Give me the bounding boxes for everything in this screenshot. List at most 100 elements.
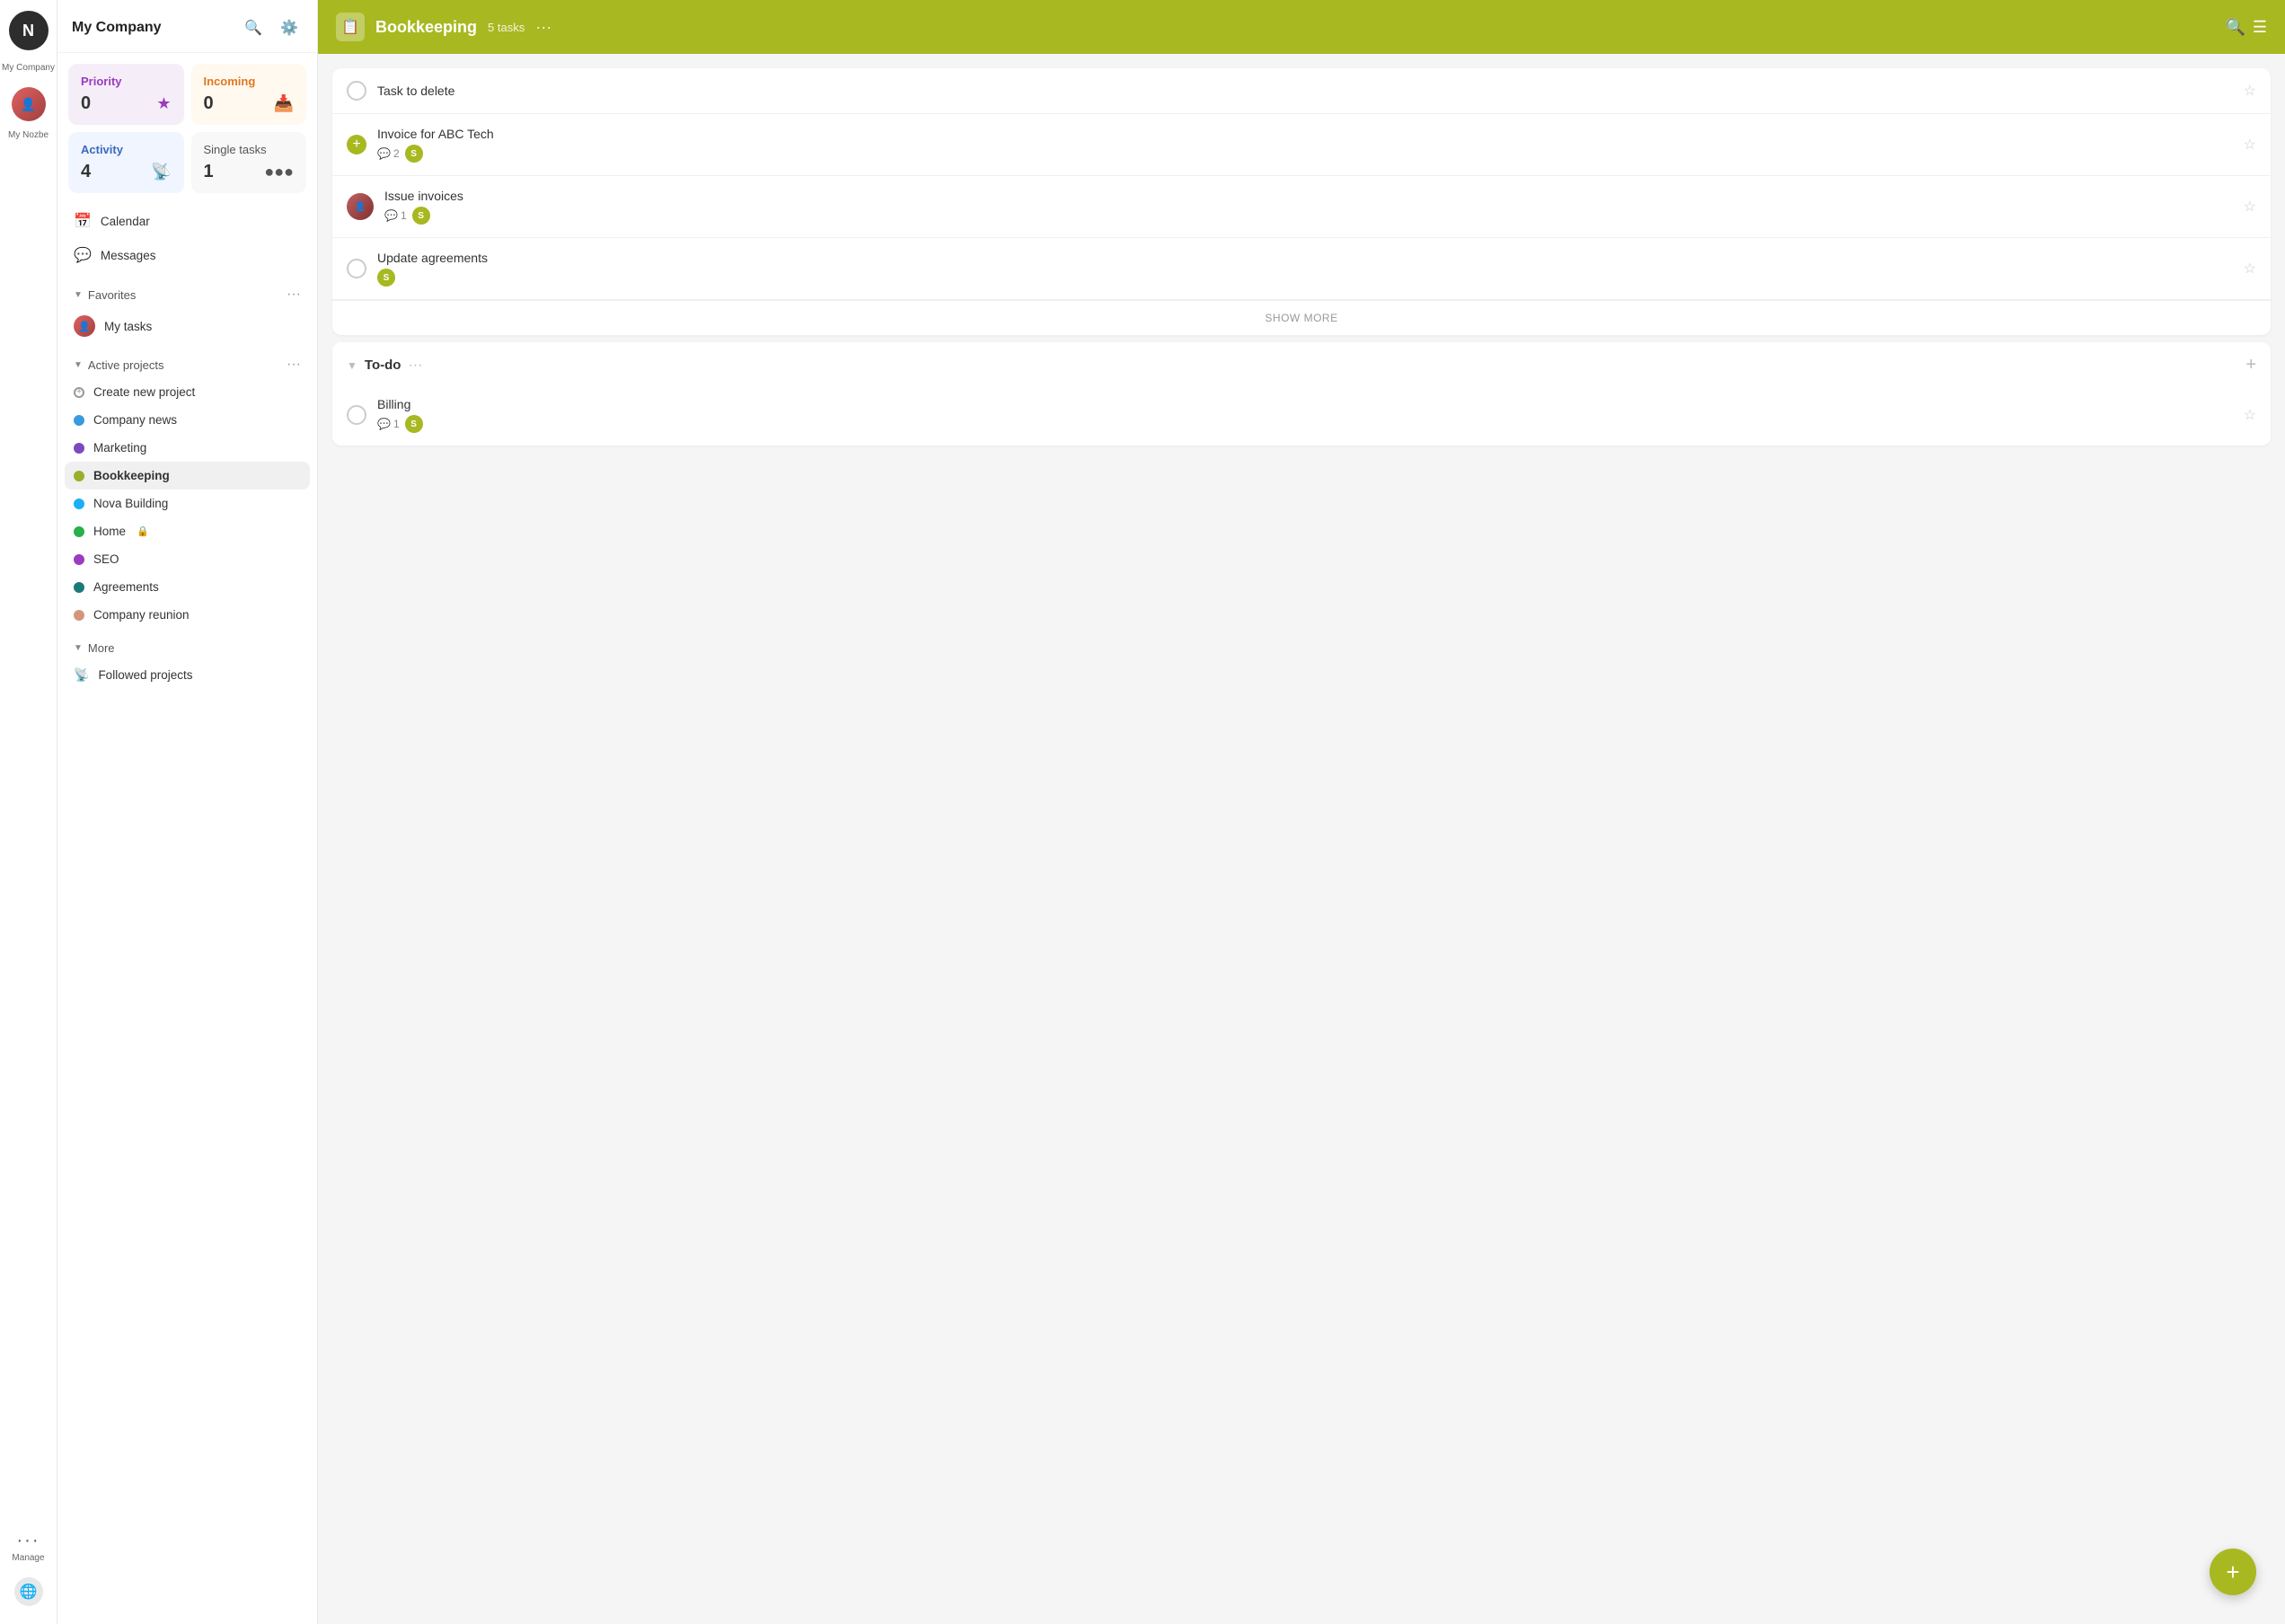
task-item: Task to delete ☆ <box>332 68 2271 114</box>
sidebar-item-create-project[interactable]: + Create new project <box>65 378 310 406</box>
globe-icon[interactable]: 🌐 <box>14 1577 43 1606</box>
task-meta-3: 💬 1 S <box>384 207 2233 225</box>
seo-dot <box>74 554 84 565</box>
sidebar-header: My Company 🔍 ⚙️ <box>57 0 317 53</box>
sidebar-item-agreements[interactable]: Agreements <box>65 573 310 601</box>
sidebar-item-marketing[interactable]: Marketing <box>65 434 310 462</box>
task-name-2[interactable]: Invoice for ABC Tech <box>377 127 2233 141</box>
priority-card[interactable]: Priority 0 ★ <box>68 64 184 125</box>
main-content-area: 📋 Bookkeeping 5 tasks ··· 🔍 ☰ Task to de… <box>318 0 2285 1624</box>
task-content-billing: Billing 💬 1 S <box>377 397 2233 433</box>
main-tasks-content: Task to delete ☆ + Invoice for ABC Tech … <box>318 54 2285 1624</box>
single-tasks-dots-icon: ●●● <box>264 163 294 181</box>
show-more-button[interactable]: SHOW MORE <box>332 300 2271 335</box>
main-view-toggle-icon[interactable]: ☰ <box>2253 18 2267 37</box>
marketing-label: Marketing <box>93 441 146 455</box>
icon-bar: N My Company 👤 My Nozbe ··· Manage 🌐 <box>0 0 57 1624</box>
task-star-2[interactable]: ☆ <box>2244 136 2256 154</box>
todo-section-title: To-do <box>365 357 401 373</box>
activity-card-title: Activity <box>81 143 172 156</box>
incoming-card[interactable]: Incoming 0 📥 <box>191 64 307 125</box>
project-more-button[interactable]: ··· <box>535 18 551 37</box>
sidebar-settings-button[interactable]: ⚙️ <box>276 14 303 41</box>
priority-card-row: 0 ★ <box>81 93 172 114</box>
sidebar-item-company-reunion[interactable]: Company reunion <box>65 601 310 629</box>
activity-card[interactable]: Activity 4 📡 <box>68 132 184 193</box>
task-name-1[interactable]: Task to delete <box>377 84 2233 98</box>
task-checkbox-2[interactable]: + <box>347 135 366 154</box>
task-name-billing[interactable]: Billing <box>377 397 2233 411</box>
single-tasks-card[interactable]: Single tasks 1 ●●● <box>191 132 307 193</box>
favorites-section: ▼ Favorites ··· 👤 My tasks <box>57 276 317 346</box>
sidebar-nav-messages[interactable]: 💬 Messages <box>65 238 310 272</box>
task-item: 👤 Issue invoices 💬 1 S ☆ <box>332 176 2271 238</box>
active-projects-arrow-icon: ▼ <box>74 360 83 370</box>
task-item: + Invoice for ABC Tech 💬 2 S ☆ <box>332 114 2271 176</box>
comment-bubble-icon-3: 💬 <box>384 209 398 222</box>
sidebar-search-button[interactable]: 🔍 <box>240 14 267 41</box>
main-header-right: 🔍 ☰ <box>2225 18 2267 37</box>
more-section-header[interactable]: ▼ More <box>65 636 310 660</box>
task-star-1[interactable]: ☆ <box>2244 82 2256 100</box>
task-assignee-photo-3: 👤 <box>347 193 374 220</box>
task-checkbox-1[interactable] <box>347 81 366 101</box>
sidebar-header-actions: 🔍 ⚙️ <box>240 14 303 41</box>
todo-more-button[interactable]: ··· <box>408 357 422 374</box>
company-reunion-label: Company reunion <box>93 608 190 622</box>
favorites-more-button[interactable]: ··· <box>287 287 301 303</box>
task-checkbox-billing[interactable] <box>347 405 366 425</box>
task-star-billing[interactable]: ☆ <box>2244 406 2256 424</box>
sidebar-nav-calendar[interactable]: 📅 Calendar <box>65 204 310 238</box>
sidebar-item-bookkeeping[interactable]: Bookkeeping <box>65 462 310 490</box>
company-reunion-dot <box>74 610 84 621</box>
sidebar-item-followed-projects[interactable]: 📡 Followed projects <box>65 660 310 690</box>
task-name-4[interactable]: Update agreements <box>377 251 2233 265</box>
sidebar-item-nova-building[interactable]: Nova Building <box>65 490 310 517</box>
followed-projects-label: Followed projects <box>98 668 192 682</box>
incoming-card-count: 0 <box>204 93 214 114</box>
marketing-dot <box>74 443 84 454</box>
task-assignee-4: S <box>377 269 395 287</box>
task-name-3[interactable]: Issue invoices <box>384 189 2233 203</box>
sidebar-item-home[interactable]: Home 🔒 <box>65 517 310 545</box>
sidebar: My Company 🔍 ⚙️ Priority 0 ★ Incoming 0 … <box>57 0 318 1624</box>
app-logo[interactable]: N <box>9 11 49 50</box>
task-checkbox-4[interactable] <box>347 259 366 278</box>
todo-chevron-icon: ▼ <box>347 359 357 372</box>
activity-card-row: 4 📡 <box>81 162 172 182</box>
active-projects-header[interactable]: ▼ Active projects ··· <box>65 351 310 378</box>
sidebar-item-seo[interactable]: SEO <box>65 545 310 573</box>
task-assignee-2: S <box>405 145 423 163</box>
user-avatar[interactable]: 👤 <box>12 87 46 121</box>
task-comment-3: 💬 1 <box>384 209 407 222</box>
fab-plus-icon: + <box>2226 1558 2239 1586</box>
project-title: Bookkeeping <box>375 18 477 37</box>
activity-rss-icon: 📡 <box>151 163 171 181</box>
active-projects-more-button[interactable]: ··· <box>287 357 301 373</box>
home-label: Home <box>93 525 126 538</box>
company-label: My Company <box>2 63 55 73</box>
agreements-dot <box>74 582 84 593</box>
main-header: 📋 Bookkeeping 5 tasks ··· 🔍 ☰ <box>318 0 2285 54</box>
comment-count-2: 2 <box>393 147 400 160</box>
todo-add-task-button[interactable]: + <box>2245 355 2256 375</box>
bookkeeping-header-icon: 📋 <box>336 13 365 41</box>
create-project-add-icon: + <box>74 387 84 398</box>
active-projects-section: ▼ Active projects ··· + Create new proje… <box>57 346 317 631</box>
default-task-section: Task to delete ☆ + Invoice for ABC Tech … <box>332 68 2271 335</box>
task-star-3[interactable]: ☆ <box>2244 198 2256 216</box>
task-star-4[interactable]: ☆ <box>2244 260 2256 278</box>
active-projects-label: Active projects <box>88 358 164 372</box>
sidebar-item-my-tasks[interactable]: 👤 My tasks <box>65 308 310 344</box>
task-meta-billing: 💬 1 S <box>377 415 2233 433</box>
bookkeeping-label: Bookkeeping <box>93 469 170 482</box>
sidebar-item-company-news[interactable]: Company news <box>65 406 310 434</box>
agreements-label: Agreements <box>93 580 159 594</box>
favorites-section-header[interactable]: ▼ Favorites ··· <box>65 281 310 308</box>
comment-bubble-icon-billing: 💬 <box>377 418 391 430</box>
sidebar-cards: Priority 0 ★ Incoming 0 📥 Activity 4 📡 <box>57 53 317 200</box>
fab-add-button[interactable]: + <box>2210 1549 2256 1595</box>
manage-button[interactable]: ··· Manage <box>12 1531 44 1563</box>
main-search-icon[interactable]: 🔍 <box>2225 18 2245 37</box>
task-meta-2: 💬 2 S <box>377 145 2233 163</box>
